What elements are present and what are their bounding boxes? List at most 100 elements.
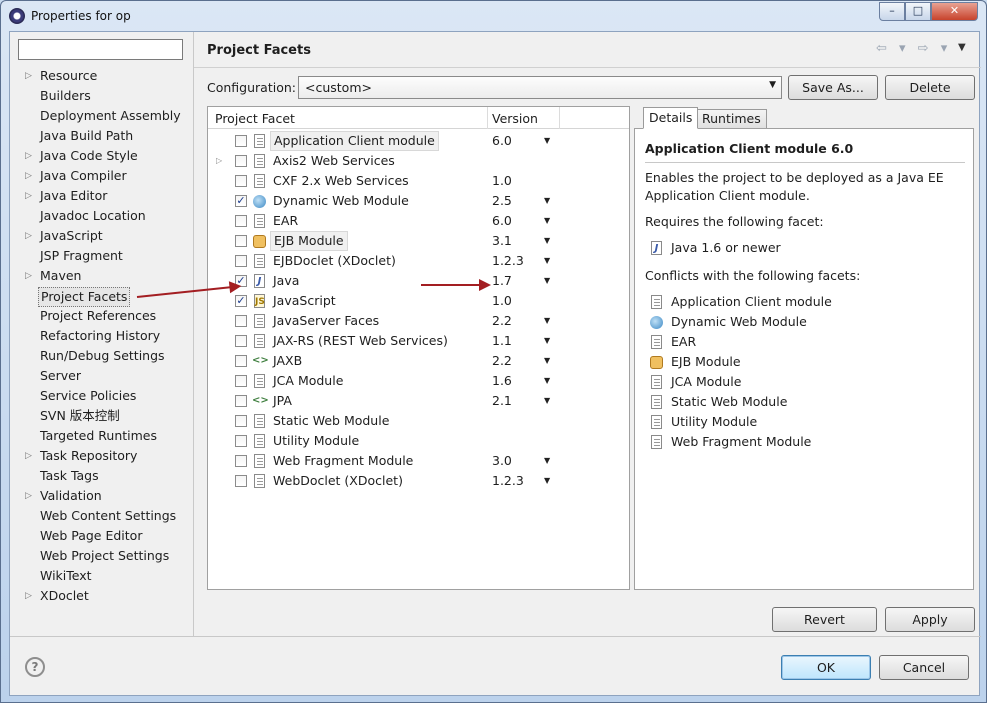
table-row[interactable]: Web Fragment Module 3.0 ▼ bbox=[208, 451, 629, 471]
facet-version[interactable]: 1.2.3 bbox=[492, 471, 524, 491]
expand-chevron-icon[interactable]: ▷ bbox=[25, 266, 35, 286]
ok-button[interactable]: OK bbox=[781, 655, 871, 680]
title-bar[interactable]: Properties for op – □ ✕ bbox=[1, 1, 986, 31]
expand-chevron-icon[interactable]: ▷ bbox=[25, 186, 35, 206]
expand-chevron-icon[interactable]: ▷ bbox=[216, 151, 222, 171]
facet-checkbox[interactable] bbox=[235, 135, 247, 147]
table-row[interactable]: Static Web Module bbox=[208, 411, 629, 431]
facet-checkbox[interactable] bbox=[235, 155, 247, 167]
facet-checkbox[interactable] bbox=[235, 475, 247, 487]
view-menu-icon[interactable]: ▼ bbox=[958, 42, 966, 53]
facet-checkbox[interactable] bbox=[235, 455, 247, 467]
table-row[interactable]: <> JAXB 2.2 ▼ bbox=[208, 351, 629, 371]
close-button[interactable]: ✕ bbox=[931, 2, 978, 21]
version-dropdown-icon[interactable]: ▼ bbox=[544, 391, 550, 411]
table-row[interactable]: EJBDoclet (XDoclet) 1.2.3 ▼ bbox=[208, 251, 629, 271]
version-dropdown-icon[interactable]: ▼ bbox=[544, 231, 550, 251]
configuration-select[interactable]: <custom> ▼ bbox=[298, 76, 782, 99]
tab-details[interactable]: Details bbox=[643, 107, 699, 129]
facet-checkbox[interactable] bbox=[235, 395, 247, 407]
help-icon[interactable]: ? bbox=[25, 657, 45, 677]
facet-checkbox[interactable]: ✓ bbox=[235, 295, 247, 307]
list-item-label: Java 1.6 or newer bbox=[671, 240, 781, 255]
facet-checkbox[interactable] bbox=[235, 175, 247, 187]
expand-chevron-icon[interactable]: ▷ bbox=[25, 146, 35, 166]
version-dropdown-icon[interactable]: ▼ bbox=[544, 471, 550, 491]
version-dropdown-icon[interactable]: ▼ bbox=[544, 211, 550, 231]
back-forward-arrows-icon[interactable]: ⇦ ▾ ⇨ ▾ bbox=[876, 41, 951, 56]
js-icon: JS bbox=[254, 294, 265, 308]
table-row[interactable]: JavaServer Faces 2.2 ▼ bbox=[208, 311, 629, 331]
table-row[interactable]: Utility Module bbox=[208, 431, 629, 451]
facet-checkbox[interactable] bbox=[235, 235, 247, 247]
version-dropdown-icon[interactable]: ▼ bbox=[544, 331, 550, 351]
table-row[interactable]: JCA Module 1.6 ▼ bbox=[208, 371, 629, 391]
version-dropdown-icon[interactable]: ▼ bbox=[544, 251, 550, 271]
version-dropdown-icon[interactable]: ▼ bbox=[544, 351, 550, 371]
facet-version[interactable]: 2.5 bbox=[492, 191, 512, 211]
table-row[interactable]: <> JPA 2.1 ▼ bbox=[208, 391, 629, 411]
expand-chevron-icon[interactable]: ▷ bbox=[25, 66, 35, 86]
table-row[interactable]: WebDoclet (XDoclet) 1.2.3 ▼ bbox=[208, 471, 629, 491]
apply-button[interactable]: Apply bbox=[885, 607, 975, 632]
facet-version[interactable]: 1.2.3 bbox=[492, 251, 524, 271]
facet-checkbox[interactable] bbox=[235, 375, 247, 387]
facet-checkbox[interactable] bbox=[235, 315, 247, 327]
facet-name: Axis2 Web Services bbox=[273, 153, 395, 168]
splitter[interactable] bbox=[193, 32, 194, 636]
table-row[interactable]: CXF 2.x Web Services 1.0 bbox=[208, 171, 629, 191]
filter-input[interactable] bbox=[18, 39, 183, 60]
revert-button[interactable]: Revert bbox=[772, 607, 877, 632]
facet-version[interactable]: 6.0 bbox=[492, 211, 512, 231]
facet-version[interactable]: 3.1 bbox=[492, 231, 512, 251]
facet-version[interactable]: 1.6 bbox=[492, 371, 512, 391]
facet-version[interactable]: 2.2 bbox=[492, 351, 512, 371]
table-row[interactable]: ✓ J Java 1.7 ▼ bbox=[208, 271, 629, 291]
table-row[interactable]: ▷ Axis2 Web Services bbox=[208, 151, 629, 171]
header-project-facet[interactable]: Project Facet bbox=[215, 111, 295, 126]
table-row[interactable]: Application Client module 6.0 ▼ bbox=[208, 131, 629, 151]
facet-version[interactable]: 6.0 bbox=[492, 131, 512, 151]
delete-button[interactable]: Delete bbox=[885, 75, 975, 100]
table-row[interactable]: JAX-RS (REST Web Services) 1.1 ▼ bbox=[208, 331, 629, 351]
facet-version[interactable]: 3.0 bbox=[492, 451, 512, 471]
facet-version[interactable]: 2.2 bbox=[492, 311, 512, 331]
facet-checkbox[interactable] bbox=[235, 255, 247, 267]
table-row[interactable]: EJB Module 3.1 ▼ bbox=[208, 231, 629, 251]
facet-version[interactable]: 1.1 bbox=[492, 331, 512, 351]
version-dropdown-icon[interactable]: ▼ bbox=[544, 191, 550, 211]
version-dropdown-icon[interactable]: ▼ bbox=[544, 371, 550, 391]
version-dropdown-icon[interactable]: ▼ bbox=[544, 311, 550, 331]
expand-chevron-icon[interactable]: ▷ bbox=[25, 226, 35, 246]
expand-chevron-icon[interactable]: ▷ bbox=[25, 166, 35, 186]
details-description-line-1: Enables the project to be deployed as a … bbox=[645, 170, 944, 185]
header-version[interactable]: Version bbox=[492, 111, 538, 126]
facet-checkbox[interactable] bbox=[235, 415, 247, 427]
minimize-button[interactable]: – bbox=[879, 2, 905, 21]
facet-version[interactable]: 2.1 bbox=[492, 391, 512, 411]
table-row[interactable]: ✓ JS JavaScript 1.0 bbox=[208, 291, 629, 311]
doc-icon bbox=[254, 254, 265, 268]
facet-version[interactable]: 1.0 bbox=[492, 291, 512, 311]
expand-chevron-icon[interactable]: ▷ bbox=[25, 586, 35, 606]
cancel-button[interactable]: Cancel bbox=[879, 655, 969, 680]
version-dropdown-icon[interactable]: ▼ bbox=[544, 271, 550, 291]
facet-checkbox[interactable] bbox=[235, 215, 247, 227]
facet-checkbox[interactable]: ✓ bbox=[235, 195, 247, 207]
facet-checkbox[interactable] bbox=[235, 335, 247, 347]
facet-version[interactable]: 1.0 bbox=[492, 171, 512, 191]
facet-checkbox[interactable] bbox=[235, 355, 247, 367]
expand-chevron-icon[interactable]: ▷ bbox=[25, 446, 35, 466]
facet-checkbox[interactable] bbox=[235, 435, 247, 447]
table-row[interactable]: ✓ Dynamic Web Module 2.5 ▼ bbox=[208, 191, 629, 211]
column-divider[interactable] bbox=[559, 107, 560, 129]
expand-chevron-icon[interactable]: ▷ bbox=[25, 486, 35, 506]
table-row[interactable]: EAR 6.0 ▼ bbox=[208, 211, 629, 231]
version-dropdown-icon[interactable]: ▼ bbox=[544, 451, 550, 471]
column-divider[interactable] bbox=[487, 107, 488, 129]
tab-runtimes[interactable]: Runtimes bbox=[696, 109, 767, 129]
save-as-button[interactable]: Save As... bbox=[788, 75, 878, 100]
version-dropdown-icon[interactable]: ▼ bbox=[544, 131, 550, 151]
maximize-button[interactable]: □ bbox=[905, 2, 931, 21]
facet-version[interactable]: 1.7 bbox=[492, 271, 512, 291]
